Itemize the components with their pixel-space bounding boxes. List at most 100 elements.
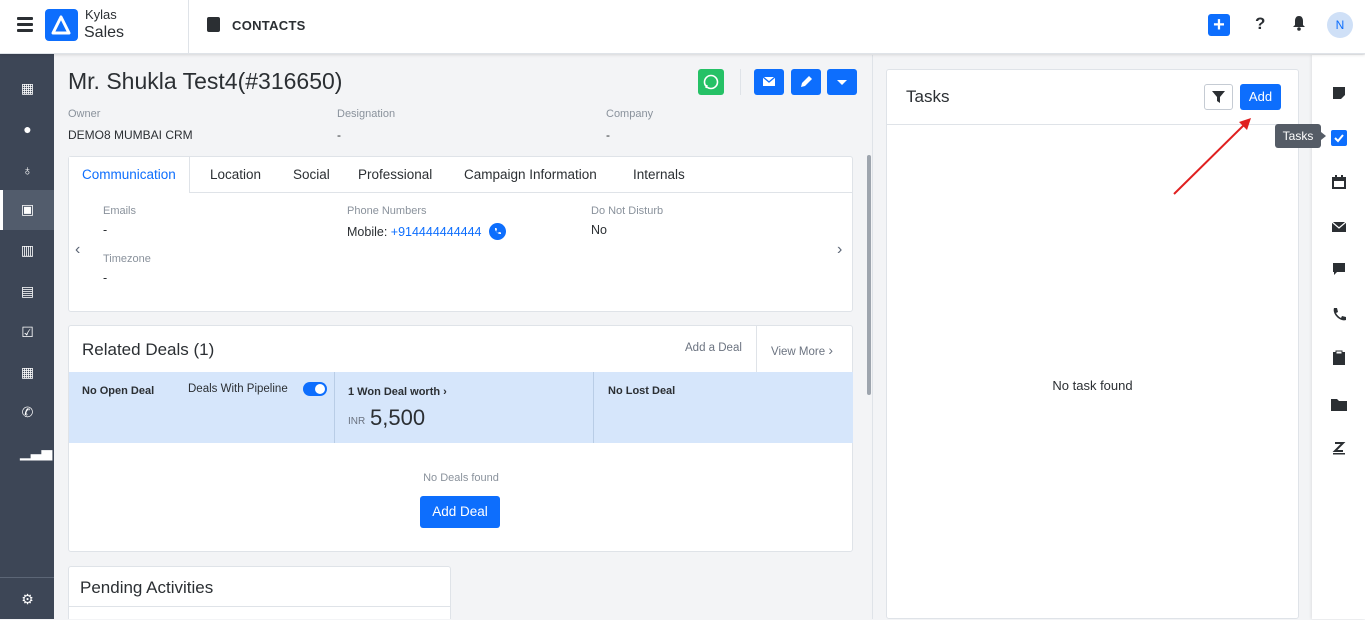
dashboard-icon: ▦	[20, 80, 35, 96]
nav-calls[interactable]: ✆	[0, 393, 54, 433]
no-open-deal-label: No Open Deal	[82, 385, 155, 397]
calendar-icon[interactable]	[1331, 174, 1347, 190]
building-icon: ▥	[20, 242, 35, 258]
tab-campaign-information[interactable]: Campaign Information	[451, 157, 610, 192]
email-button[interactable]	[754, 69, 784, 95]
details-card: Communication Location Social Profession…	[68, 156, 853, 312]
divider	[69, 606, 450, 607]
nav-tasks[interactable]: ☑	[0, 313, 54, 353]
do-not-disturb-label: Do Not Disturb	[591, 205, 664, 217]
designation-value: -	[337, 128, 341, 142]
left-sidebar: ▦ ● ♁ ▣ ▥ ▤ ☑ ▦ ✆ ▁▃▅ ⚙	[0, 54, 54, 619]
checkbox-icon: ☑	[21, 324, 34, 340]
notification-bell-icon[interactable]	[1292, 15, 1306, 31]
divider	[188, 0, 189, 54]
tasks-checkbox-icon[interactable]	[1330, 129, 1348, 147]
user-avatar[interactable]: N	[1327, 12, 1353, 38]
timezone-value: -	[103, 271, 108, 285]
clipboard-icon: ▤	[20, 283, 35, 299]
divider	[334, 372, 335, 443]
nav-companies[interactable]: ▥	[0, 231, 54, 271]
contact-detail-main: Mr. Shukla Test4(#316650) Owner DEMO8 MU…	[54, 55, 872, 619]
phone-numbers-label: Phone Numbers	[347, 205, 427, 217]
nav-contacts[interactable]: ▣	[0, 190, 54, 230]
hamburger-menu-icon[interactable]	[17, 17, 33, 33]
chevron-right-icon[interactable]: ›	[837, 241, 842, 259]
brand-name: Kylas	[85, 7, 117, 22]
nav-users[interactable]: ●	[0, 110, 54, 150]
tasks-tooltip: Tasks	[1275, 124, 1326, 148]
nav-quotes[interactable]: ▤	[0, 272, 54, 312]
nav-reports[interactable]: ▁▃▅	[0, 433, 54, 473]
money-bag-icon: ♁	[22, 162, 33, 178]
brand-product: Sales	[84, 24, 125, 41]
zoom-integration-icon[interactable]	[1331, 440, 1347, 456]
tab-communication[interactable]: Communication	[69, 157, 190, 193]
view-more-label: View More	[771, 346, 826, 358]
nav-settings[interactable]: ⚙	[0, 580, 54, 620]
chart-icon: ▁▃▅	[20, 444, 53, 460]
tasks-title: Tasks	[906, 87, 950, 106]
tab-internals[interactable]: Internals	[620, 157, 698, 192]
pipeline-toggle-label: Deals With Pipeline	[188, 383, 288, 395]
add-deal-button[interactable]: Add Deal	[420, 496, 500, 528]
no-deals-text: No Deals found	[423, 472, 499, 484]
chevron-right-icon: ›	[443, 386, 447, 398]
phone-number-link[interactable]: +914444444444	[391, 225, 482, 239]
clipboard-icon[interactable]	[1331, 350, 1347, 366]
emails-value: -	[103, 223, 108, 237]
detail-tabs: Communication Location Social Profession…	[69, 157, 853, 193]
email-icon[interactable]	[1331, 219, 1347, 235]
phone-type-label: Mobile:	[347, 224, 388, 239]
owner-value: DEMO8 MUMBAI CRM	[68, 128, 193, 142]
annotation-arrow	[1173, 118, 1251, 195]
divider	[593, 372, 594, 443]
calendar-icon: ▦	[20, 364, 35, 380]
phone-icon: ✆	[21, 404, 34, 420]
pipeline-toggle[interactable]	[303, 382, 327, 396]
folder-icon[interactable]	[1330, 396, 1348, 412]
no-task-text: No task found	[1052, 378, 1133, 393]
add-task-button[interactable]: Add	[1240, 84, 1281, 110]
company-label: Company	[606, 108, 654, 120]
gear-icon: ⚙	[21, 591, 34, 607]
related-deals-card: Related Deals (1) Add a Deal View More ›…	[68, 325, 853, 552]
kylas-logo[interactable]	[45, 9, 78, 41]
nav-deals[interactable]: ♁	[0, 151, 54, 191]
user-icon: ●	[23, 121, 32, 137]
filter-button[interactable]	[1204, 84, 1233, 110]
note-icon[interactable]	[1331, 85, 1347, 101]
tab-social[interactable]: Social	[280, 157, 343, 192]
edit-button[interactable]	[791, 69, 821, 95]
nav-dashboard[interactable]: ▦	[0, 69, 54, 109]
tab-professional[interactable]: Professional	[345, 157, 445, 192]
quick-add-button[interactable]: +	[1208, 14, 1230, 36]
main-scrollbar[interactable]	[867, 155, 871, 395]
chat-icon[interactable]	[1331, 261, 1347, 277]
nav-calendar[interactable]: ▦	[0, 353, 54, 393]
phone-icon[interactable]	[1331, 307, 1347, 323]
pending-activities-card: Pending Activities	[68, 566, 451, 619]
help-icon[interactable]: ?	[1255, 14, 1265, 34]
divider	[740, 69, 741, 95]
page-section-title: CONTACTS	[232, 18, 306, 33]
call-icon[interactable]	[489, 223, 506, 240]
tab-location[interactable]: Location	[197, 157, 274, 192]
won-amount: 5,500	[370, 405, 426, 430]
chevron-left-icon[interactable]: ‹	[75, 241, 80, 259]
divider	[0, 577, 54, 578]
top-bar: Kylas Sales CONTACTS + ? N	[0, 0, 1365, 54]
view-more-link[interactable]: View More ›	[771, 342, 833, 358]
related-deals-heading: Related Deals (1)	[82, 340, 215, 359]
add-a-deal-link[interactable]: Add a Deal	[685, 342, 742, 354]
page-title: Mr. Shukla Test4(#316650)	[68, 68, 343, 94]
pending-activities-heading: Pending Activities	[80, 578, 214, 597]
more-actions-dropdown[interactable]	[827, 69, 857, 95]
chevron-right-icon: ›	[828, 342, 833, 358]
won-currency: INR	[348, 416, 366, 427]
emails-label: Emails	[103, 205, 137, 217]
whatsapp-button[interactable]	[698, 69, 724, 95]
contacts-icon	[207, 17, 220, 32]
phone-number-row: Mobile: +914444444444	[347, 223, 506, 241]
won-deal-link[interactable]: 1 Won Deal worth ›	[348, 386, 447, 398]
